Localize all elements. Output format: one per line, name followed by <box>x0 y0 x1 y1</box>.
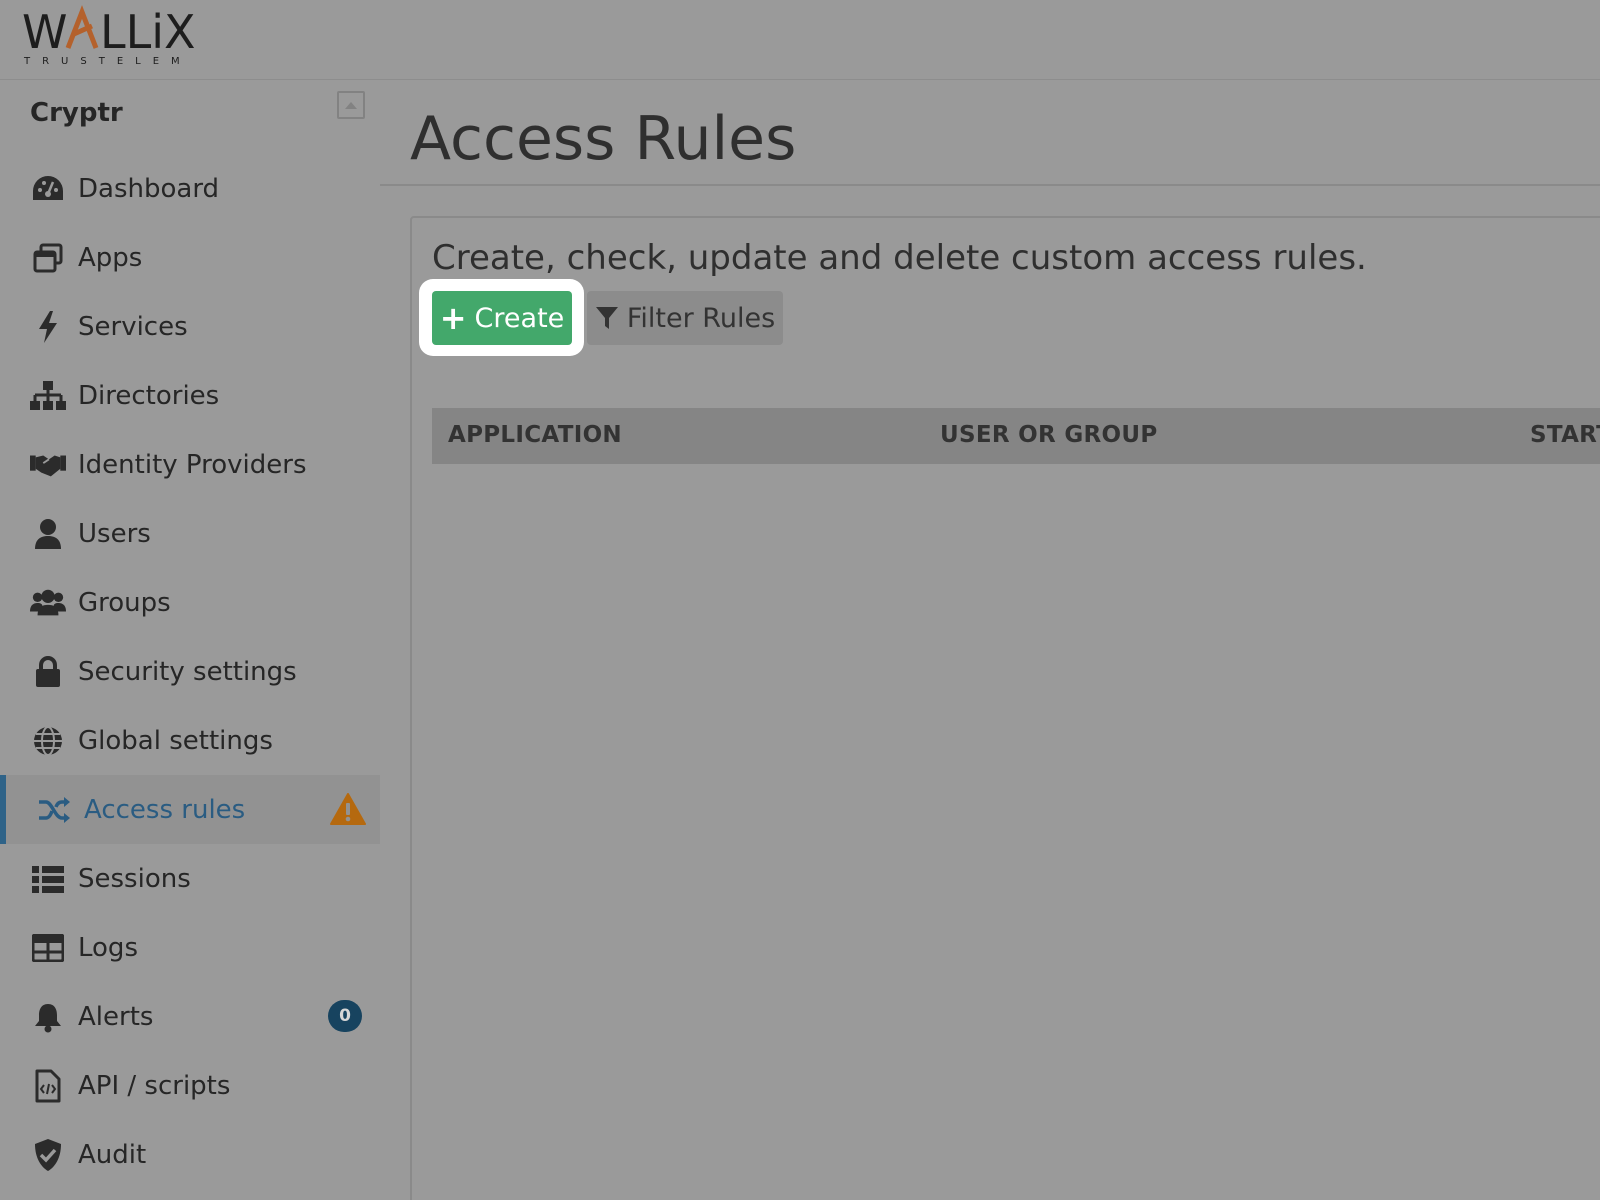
sidebar-item-label: Apps <box>78 242 143 273</box>
bolt-icon <box>30 309 66 345</box>
dashboard-icon <box>30 171 66 207</box>
sidebar-item-directories[interactable]: Directories <box>0 361 380 430</box>
logo-sub: TRUSTELEM <box>23 56 192 67</box>
sidebar-item-apps[interactable]: Apps <box>0 223 380 292</box>
sidebar-item-label: Identity Providers <box>78 449 307 480</box>
table-icon <box>30 930 66 966</box>
sidebar-item-label: Global settings <box>78 725 273 756</box>
sidebar-item-groups[interactable]: Groups <box>0 568 380 637</box>
sidebar-item-users[interactable]: Users <box>0 499 380 568</box>
sidebar-item-label: API / scripts <box>78 1070 231 1101</box>
sidebar-nav: Dashboard Apps Services Directories Iden… <box>0 154 380 1189</box>
sidebar-item-label: Logs <box>78 932 138 963</box>
file-code-icon <box>30 1068 66 1104</box>
sidebar-item-dashboard[interactable]: Dashboard <box>0 154 380 223</box>
sidebar-item-sessions[interactable]: Sessions <box>0 844 380 913</box>
top-header: W LLiX TRUSTELEM <box>0 0 1600 80</box>
sidebar-item-label: Dashboard <box>78 173 220 204</box>
sidebar-item-label: Sessions <box>78 863 191 894</box>
collapse-sidebar-button[interactable] <box>337 91 365 119</box>
lock-icon <box>30 654 66 690</box>
sidebar-item-alerts[interactable]: Alerts 0 <box>0 982 380 1051</box>
bell-icon <box>30 999 66 1035</box>
shuffle-icon <box>36 792 72 828</box>
sidebar: Cryptr Dashboard Apps Services Directori… <box>0 80 380 1200</box>
sidebar-item-label: Services <box>78 311 188 342</box>
sidebar-item-api-scripts[interactable]: API / scripts <box>0 1051 380 1120</box>
alerts-count-badge: 0 <box>328 1000 362 1032</box>
page-title: Access Rules <box>410 104 797 174</box>
sidebar-item-label: Users <box>78 518 151 549</box>
sidebar-item-identity-providers[interactable]: Identity Providers <box>0 430 380 499</box>
list-icon <box>30 861 66 897</box>
caret-up-icon <box>345 102 357 109</box>
filter-icon <box>595 307 618 329</box>
sidebar-item-label: Access rules <box>84 794 246 825</box>
filter-rules-label: Filter Rules <box>626 302 776 334</box>
table-header: APPLICATION USER OR GROUP START <box>432 408 1600 464</box>
column-header-start[interactable]: START <box>1530 422 1600 448</box>
sidebar-item-label: Alerts <box>78 1001 154 1032</box>
user-icon <box>30 516 66 552</box>
wallix-logo[interactable]: W LLiX TRUSTELEM <box>22 4 212 70</box>
logo-mark: W LLiX TRUSTELEM <box>22 5 196 67</box>
svg-text:LLiX: LLiX <box>100 5 196 59</box>
sidebar-item-label: Security settings <box>78 656 297 687</box>
sitemap-icon <box>30 378 66 414</box>
warning-icon <box>330 792 366 826</box>
sidebar-item-access-rules[interactable]: Access rules <box>0 775 380 844</box>
panel-description: Create, check, update and delete custom … <box>432 238 1367 278</box>
access-rules-panel <box>410 216 1600 1200</box>
apps-icon <box>30 240 66 276</box>
globe-icon <box>30 723 66 759</box>
sidebar-item-audit[interactable]: Audit <box>0 1120 380 1189</box>
column-header-user-or-group[interactable]: USER OR GROUP <box>940 422 1158 448</box>
handshake-icon <box>30 447 66 483</box>
filter-rules-button[interactable]: Filter Rules <box>587 291 783 345</box>
sidebar-item-logs[interactable]: Logs <box>0 913 380 982</box>
create-button[interactable]: + Create <box>432 291 572 345</box>
column-header-application[interactable]: APPLICATION <box>448 422 622 448</box>
svg-text:W: W <box>22 5 67 59</box>
shield-check-icon <box>30 1137 66 1173</box>
sidebar-item-global-settings[interactable]: Global settings <box>0 706 380 775</box>
title-divider <box>380 184 1600 186</box>
organization-name: Cryptr <box>30 98 123 128</box>
sidebar-item-label: Directories <box>78 380 220 411</box>
sidebar-item-services[interactable]: Services <box>0 292 380 361</box>
users-icon <box>30 585 66 621</box>
create-button-label: Create <box>474 302 565 334</box>
plus-icon: + <box>439 299 467 337</box>
sidebar-item-label: Audit <box>78 1139 147 1170</box>
sidebar-item-label: Groups <box>78 587 171 618</box>
sidebar-item-security-settings[interactable]: Security settings <box>0 637 380 706</box>
